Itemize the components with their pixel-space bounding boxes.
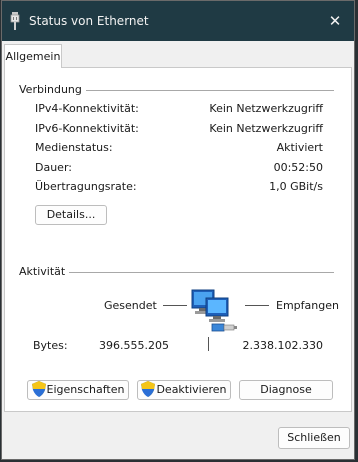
bytes-label: Bytes: <box>33 339 68 352</box>
tab-allgemein[interactable]: Allgemein <box>4 44 62 68</box>
close-window-button[interactable]: ✕ <box>322 9 348 33</box>
ethernet-status-dialog: Status von Ethernet ✕ Allgemein Verbindu… <box>1 0 355 460</box>
group-divider <box>81 90 334 91</box>
ipv4-label: IPv4-Konnektivität: <box>35 102 139 115</box>
media-status-label: Medienstatus: <box>35 141 113 154</box>
received-label: Empfangen <box>276 299 339 312</box>
speed-label: Übertragungsrate: <box>35 180 137 193</box>
ipv6-label: IPv6-Konnektivität: <box>35 122 139 135</box>
uac-shield-icon <box>31 381 46 397</box>
ipv4-value: Kein Netzwerkzugriff <box>209 102 323 115</box>
sent-line <box>163 305 187 306</box>
properties-button[interactable]: Eigenschaften <box>27 380 129 400</box>
diagnose-button[interactable]: Diagnose <box>239 380 333 400</box>
bytes-sent-value: 396.555.205 <box>99 339 169 352</box>
properties-button-label: Eigenschaften <box>46 383 125 396</box>
duration-value: 00:52:50 <box>273 161 323 174</box>
sent-label: Gesendet <box>104 299 157 312</box>
group-divider <box>67 272 334 273</box>
tab-panel-general: Verbindung IPv4-Konnektivität: Kein Netz… <box>4 67 352 412</box>
network-computers-icon <box>191 289 237 332</box>
uac-shield-icon <box>141 381 156 397</box>
details-button[interactable]: Details... <box>35 205 107 225</box>
media-status-value: Aktiviert <box>276 141 323 154</box>
window-title: Status von Ethernet <box>29 14 149 28</box>
bytes-received-value: 2.338.102.330 <box>242 339 323 352</box>
received-line <box>245 305 269 306</box>
duration-label: Dauer: <box>35 161 72 174</box>
disable-button-label: Deaktivieren <box>156 383 227 396</box>
connection-heading: Verbindung <box>19 83 86 96</box>
title-bar[interactable]: Status von Ethernet ✕ <box>2 1 354 41</box>
ipv6-value: Kein Netzwerkzugriff <box>209 122 323 135</box>
activity-divider <box>208 337 209 351</box>
ethernet-cable-icon <box>10 12 20 30</box>
close-button[interactable]: Schließen <box>278 427 350 449</box>
disable-button[interactable]: Deaktivieren <box>137 380 231 400</box>
activity-heading: Aktivität <box>19 265 70 278</box>
speed-value: 1,0 GBit/s <box>269 180 323 193</box>
